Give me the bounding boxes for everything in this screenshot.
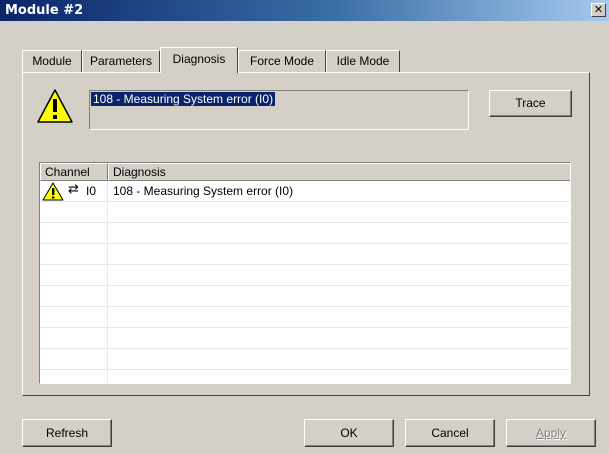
diagnosis-cell: 108 - Measuring System error (I0) <box>113 184 294 198</box>
warning-icon <box>37 89 73 123</box>
table-row <box>40 223 570 244</box>
table-header: Channel Diagnosis <box>40 163 570 181</box>
tab-diagnosis[interactable]: Diagnosis <box>160 47 238 73</box>
table-row <box>40 202 570 223</box>
close-button[interactable]: ✕ <box>591 3 606 17</box>
table-row <box>40 244 570 265</box>
diagnosis-text: 108 - Measuring System error (I0) <box>91 92 276 106</box>
table-row <box>40 370 570 383</box>
window-titlebar[interactable]: Module #2 ✕ <box>0 0 609 21</box>
exchange-icon: ⇄ <box>68 182 79 197</box>
diagnosis-table[interactable]: Channel Diagnosis ⇄ I0 108 - Measuring S… <box>39 162 571 384</box>
cancel-button[interactable]: Cancel <box>405 419 495 447</box>
trace-button[interactable]: Trace <box>489 90 572 117</box>
table-row <box>40 328 570 349</box>
ok-button[interactable]: OK <box>304 419 394 447</box>
diagnosis-text-field[interactable]: 108 - Measuring System error (I0) <box>89 90 469 130</box>
table-row <box>40 307 570 328</box>
table-row <box>40 286 570 307</box>
tab-module[interactable]: Module <box>22 50 82 72</box>
window-title: Module #2 <box>5 3 84 18</box>
channel-cell: ⇄ I0 <box>41 181 107 201</box>
table-body: ⇄ I0 108 - Measuring System error (I0) <box>40 181 570 383</box>
tab-force-mode[interactable]: Force Mode <box>238 50 326 72</box>
diagnosis-panel: 108 - Measuring System error (I0) Trace … <box>22 72 590 396</box>
close-icon: ✕ <box>593 3 604 16</box>
channel-label: I0 <box>86 184 97 198</box>
warning-icon <box>42 182 64 201</box>
table-row <box>40 349 570 370</box>
tab-parameters[interactable]: Parameters <box>82 50 160 72</box>
apply-button[interactable]: Apply <box>506 419 596 447</box>
column-header-channel[interactable]: Channel <box>40 163 108 181</box>
column-header-diagnosis[interactable]: Diagnosis <box>108 163 570 181</box>
tab-idle-mode[interactable]: Idle Mode <box>326 50 400 72</box>
refresh-button[interactable]: Refresh <box>22 419 112 447</box>
table-row[interactable]: ⇄ I0 108 - Measuring System error (I0) <box>40 181 570 202</box>
table-row <box>40 265 570 286</box>
